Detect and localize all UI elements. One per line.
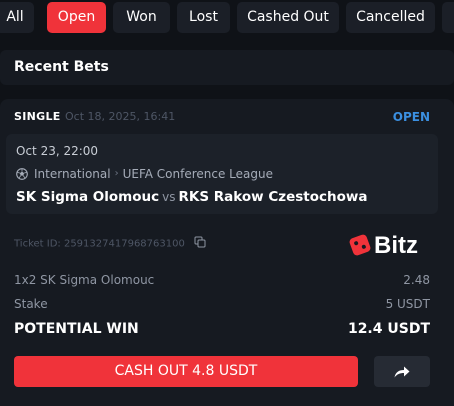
ticket-id-row: Ticket ID: 2591327417968763100 xyxy=(14,236,206,251)
stake-value: 5 USDT xyxy=(385,297,430,311)
potential-win-label: POTENTIAL WIN xyxy=(14,321,139,337)
home-team: SK Sigma Olomouc xyxy=(16,189,160,205)
potential-win-value: 12.4 USDT xyxy=(347,321,430,337)
tab-open[interactable]: Open xyxy=(47,2,106,33)
copy-icon[interactable] xyxy=(194,236,206,251)
event-box[interactable]: Oct 23, 22:00 International › UEFA Confere… xyxy=(6,134,438,214)
away-team: RKS Rakow Czestochowa xyxy=(178,189,368,205)
svg-text:Bitz: Bitz xyxy=(374,232,418,258)
tab-cashed-out[interactable]: Cashed Out xyxy=(237,2,339,33)
recent-bets-header: Recent Bets xyxy=(0,50,454,85)
bitz-logo: Bitz xyxy=(349,230,434,259)
event-league-name: UEFA Conference League xyxy=(122,166,273,181)
chevron-right-icon: › xyxy=(114,168,119,179)
bet-card: SINGLE Oct 18, 2025, 16:41 OPEN Oct 23, … xyxy=(0,99,454,406)
soccer-ball-icon xyxy=(16,167,28,180)
share-button[interactable] xyxy=(374,356,430,387)
event-region: International xyxy=(34,166,111,181)
share-arrow-icon xyxy=(394,366,410,378)
tab-lost[interactable]: Lost xyxy=(177,2,230,33)
cash-out-button[interactable]: CASH OUT 4.8 USDT xyxy=(14,356,358,387)
event-teams: SK Sigma Olomouc vs RKS Rakow Czestochowa xyxy=(16,189,367,205)
stake-label: Stake xyxy=(14,297,48,311)
section-title: Recent Bets xyxy=(14,59,109,75)
tab-overflow[interactable] xyxy=(442,2,454,33)
selection-label: 1x2 SK Sigma Olomouc xyxy=(14,273,155,287)
status-badge: OPEN xyxy=(392,110,430,124)
selection-odds: 2.48 xyxy=(403,273,430,287)
event-league: International › UEFA Conference League xyxy=(16,166,273,182)
bet-placed-date: Oct 18, 2025, 16:41 xyxy=(65,110,176,123)
bet-filter-tabs: All Open Won Lost Cashed Out Cancelled xyxy=(0,2,454,33)
bet-type: SINGLE xyxy=(14,110,61,123)
event-datetime: Oct 23, 22:00 xyxy=(16,144,99,158)
dice-icon xyxy=(349,234,371,256)
tab-won[interactable]: Won xyxy=(113,2,170,33)
vs-label: vs xyxy=(162,190,176,204)
tab-cancelled[interactable]: Cancelled xyxy=(346,2,435,33)
ticket-id: Ticket ID: 2591327417968763100 xyxy=(14,238,185,250)
tab-all[interactable]: All xyxy=(0,2,34,33)
